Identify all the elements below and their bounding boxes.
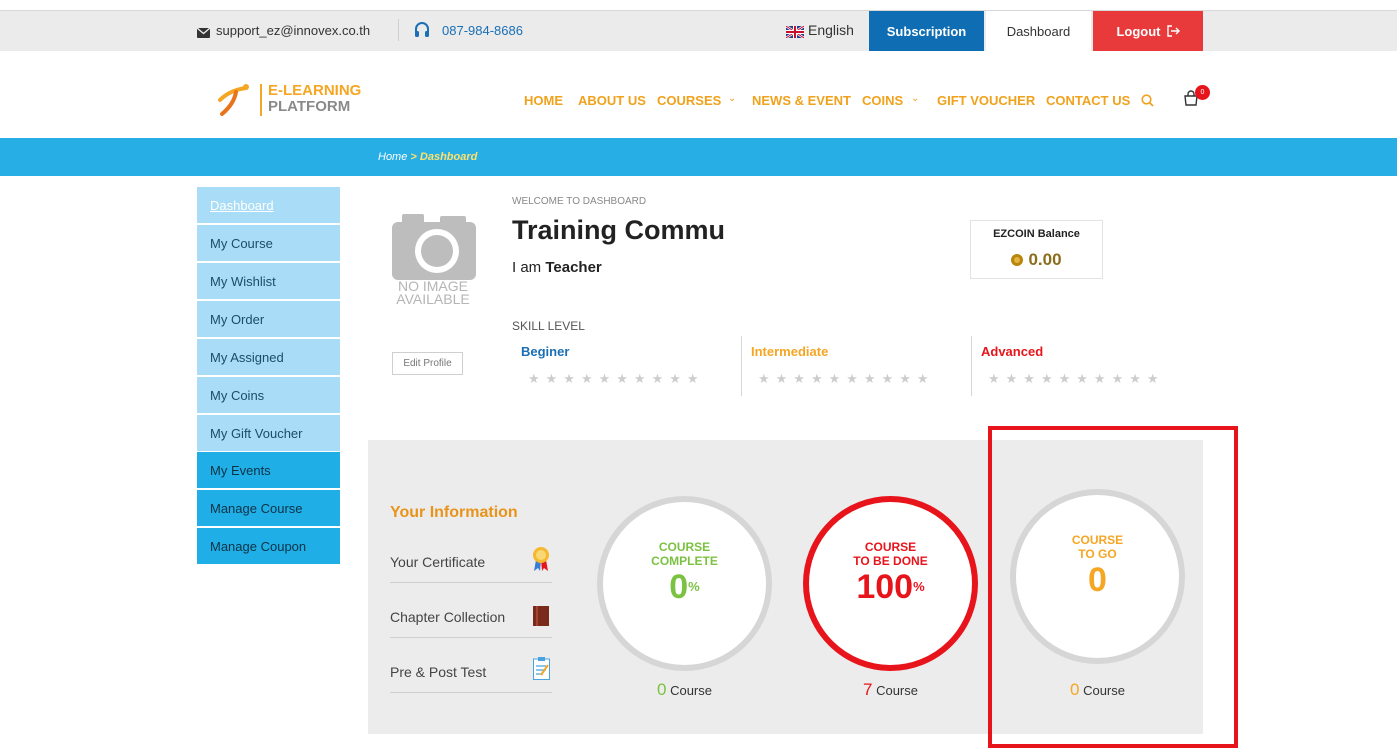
nav-contact[interactable]: CONTACT US [1046, 93, 1130, 108]
logout-icon [1166, 25, 1180, 37]
course-to-be-done-number: 100 [856, 567, 914, 606]
camera-icon [392, 212, 476, 285]
skill-beginner-label: Beginer [521, 344, 570, 359]
sidebar-item-my-order[interactable]: My Order [197, 301, 340, 337]
sidebar-item-my-course[interactable]: My Course [197, 225, 340, 261]
role-value: Teacher [545, 259, 602, 276]
skill-advanced-label: Advanced [981, 344, 1044, 359]
chapter-collection-link[interactable]: Chapter Collection [390, 609, 505, 625]
sidebar-item-dashboard[interactable]: Dashboard [197, 187, 340, 223]
skill-advanced-stars: ★★★★★★★★★★ [988, 371, 1165, 386]
subscription-button[interactable]: Subscription [869, 11, 984, 51]
skill-intermediate-stars: ★★★★★★★★★★ [758, 371, 935, 386]
top-bar: support_ez@innovex.co.th 087-984-8686 En… [0, 10, 1397, 51]
medal-icon [532, 546, 550, 577]
course-to-be-done-label-line2: TO BE DONE [853, 553, 928, 568]
course-complete-label-line2: COMPLETE [651, 553, 718, 568]
pre-post-test-link[interactable]: Pre & Post Test [390, 664, 486, 680]
ezcoin-balance: 0.00 [971, 250, 1102, 270]
coins-chevron-icon: ⌄ [911, 93, 920, 104]
breadcrumb-current: Dashboard [419, 151, 478, 163]
support-phone[interactable]: 087-984-8686 [442, 23, 523, 38]
course-word: Course [876, 683, 918, 698]
skill-beginner-stars: ★★★★★★★★★★ [528, 371, 705, 386]
welcome-text: WELCOME TO DASHBOARD [512, 196, 647, 207]
sidebar-item-my-assigned[interactable]: My Assigned [197, 339, 340, 375]
nav-about[interactable]: ABOUT US [578, 93, 646, 108]
divider [398, 19, 399, 41]
dashboard-button[interactable]: Dashboard [986, 11, 1091, 51]
course-to-be-done-value: 100% [856, 568, 924, 606]
ezcoin-value: 0.00 [1028, 250, 1062, 269]
course-to-be-done-label: COURSE TO BE DONE [853, 540, 927, 568]
divider [390, 582, 552, 583]
logout-label: Logout [1116, 23, 1161, 39]
support-email[interactable]: support_ez@innovex.co.th [216, 23, 370, 38]
breadcrumb-separator: > [407, 151, 420, 163]
sidebar-item-manage-course[interactable]: Manage Course [197, 490, 340, 526]
course-complete-circle: COURSE COMPLETE 0% [597, 496, 772, 671]
divider [390, 637, 552, 638]
course-complete-value: 0% [669, 568, 699, 606]
dashboard-label: Dashboard [1006, 23, 1071, 39]
logout-button[interactable]: Logout [1093, 11, 1203, 51]
subscription-label: Subscription [886, 23, 967, 39]
headset-icon [413, 21, 431, 44]
skill-divider [971, 336, 972, 396]
nav-coins[interactable]: COINS [862, 93, 903, 108]
ezcoin-label: EZCOIN Balance [993, 228, 1080, 240]
coin-icon [1011, 254, 1024, 266]
course-complete-unit: % [688, 578, 700, 594]
skill-intermediate-label: Intermediate [751, 344, 829, 359]
main-nav: HOME ABOUT US COURSES ⌄ NEWS & EVENT COI… [0, 85, 1397, 113]
course-complete-count-value: 0 [656, 680, 667, 699]
avatar: NO IMAGE AVAILABLE [390, 212, 476, 312]
course-to-be-done-unit: % [913, 578, 925, 594]
sidebar-item-my-wishlist[interactable]: My Wishlist [197, 263, 340, 299]
course-to-be-done-count: 7 Course [803, 680, 978, 700]
courses-chevron-icon: ⌄ [728, 93, 737, 104]
highlight-box [988, 426, 1238, 748]
course-complete-count: 0 Course [597, 680, 772, 700]
nav-news-event[interactable]: NEWS & EVENT [752, 93, 851, 108]
no-image-text: NO IMAGE AVAILABLE [390, 279, 476, 307]
skill-level-title: SKILL LEVEL [512, 319, 585, 333]
sidebar-item-my-gift-voucher[interactable]: My Gift Voucher [197, 415, 340, 451]
edit-profile-button[interactable]: Edit Profile [392, 352, 463, 375]
clipboard-icon [533, 657, 550, 685]
search-icon[interactable] [1141, 94, 1154, 112]
breadcrumb-bar: Home > Dashboard [0, 138, 1397, 176]
breadcrumb-home[interactable]: Home [378, 151, 407, 163]
uk-flag-icon [785, 24, 805, 43]
course-to-be-done-circle: COURSE TO BE DONE 100% [803, 496, 978, 671]
course-complete-label-line1: COURSE [658, 539, 711, 554]
edit-profile-label: Edit Profile [403, 358, 452, 369]
course-to-be-done-label-line1: COURSE [864, 539, 917, 554]
divider [390, 692, 552, 693]
nav-courses[interactable]: COURSES [657, 93, 721, 108]
course-complete-label: COURSE COMPLETE [651, 540, 718, 568]
sidebar-item-my-coins[interactable]: My Coins [197, 377, 340, 413]
skill-divider [741, 336, 742, 396]
your-information-title: Your Information [390, 504, 518, 521]
role-prefix: I am [512, 259, 546, 276]
envelope-icon [196, 25, 211, 43]
sidebar-item-manage-coupon[interactable]: Manage Coupon [197, 528, 340, 564]
course-to-be-done-count-value: 7 [862, 680, 873, 699]
nav-gift-voucher[interactable]: GIFT VOUCHER [937, 93, 1035, 108]
cart-count-badge: 0 [1195, 85, 1210, 100]
nav-home[interactable]: HOME [524, 93, 563, 108]
sidebar-item-my-events[interactable]: My Events [197, 452, 340, 488]
course-complete-number: 0 [669, 567, 689, 606]
ezcoin-balance-box: EZCOIN Balance 0.00 [970, 220, 1103, 279]
certificate-link[interactable]: Your Certificate [390, 554, 485, 570]
course-word: Course [670, 683, 712, 698]
language-selector[interactable]: English [808, 22, 854, 38]
user-name: Training Commu [512, 215, 726, 245]
book-icon [533, 606, 549, 631]
no-image-line2: AVAILABLE [396, 291, 470, 307]
breadcrumb: Home > Dashboard [378, 151, 477, 163]
user-role: I am Teacher [512, 259, 602, 276]
